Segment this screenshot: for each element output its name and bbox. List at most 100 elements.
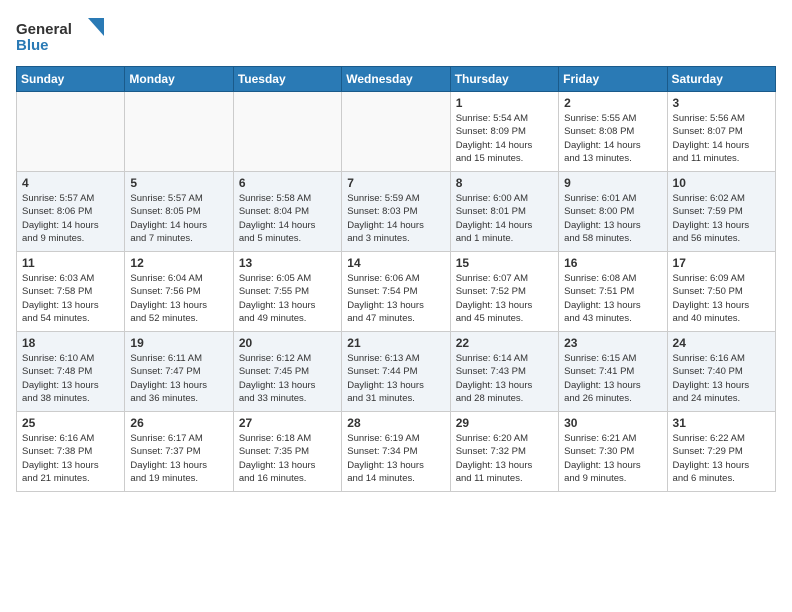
day-number: 19 bbox=[130, 336, 227, 350]
day-number: 25 bbox=[22, 416, 119, 430]
day-number: 15 bbox=[456, 256, 553, 270]
day-info: Sunrise: 5:56 AM Sunset: 8:07 PM Dayligh… bbox=[673, 112, 770, 165]
day-info: Sunrise: 6:05 AM Sunset: 7:55 PM Dayligh… bbox=[239, 272, 336, 325]
day-info: Sunrise: 5:58 AM Sunset: 8:04 PM Dayligh… bbox=[239, 192, 336, 245]
calendar-cell: 1Sunrise: 5:54 AM Sunset: 8:09 PM Daylig… bbox=[450, 92, 558, 172]
col-header-monday: Monday bbox=[125, 67, 233, 92]
day-info: Sunrise: 6:02 AM Sunset: 7:59 PM Dayligh… bbox=[673, 192, 770, 245]
day-number: 16 bbox=[564, 256, 661, 270]
day-info: Sunrise: 6:18 AM Sunset: 7:35 PM Dayligh… bbox=[239, 432, 336, 485]
day-number: 12 bbox=[130, 256, 227, 270]
day-info: Sunrise: 6:13 AM Sunset: 7:44 PM Dayligh… bbox=[347, 352, 444, 405]
day-info: Sunrise: 6:15 AM Sunset: 7:41 PM Dayligh… bbox=[564, 352, 661, 405]
day-number: 11 bbox=[22, 256, 119, 270]
calendar-cell: 16 Sunrise: 6:08 AM Sunset: 7:51 PM Dayli… bbox=[559, 252, 667, 332]
calendar-cell: 13 Sunrise: 6:05 AM Sunset: 7:55 PM Dayli… bbox=[233, 252, 341, 332]
day-info: Sunrise: 6:16 AM Sunset: 7:38 PM Dayligh… bbox=[22, 432, 119, 485]
day-info: Sunrise: 6:14 AM Sunset: 7:43 PM Dayligh… bbox=[456, 352, 553, 405]
col-header-tuesday: Tuesday bbox=[233, 67, 341, 92]
day-info: Sunrise: 6:17 AM Sunset: 7:37 PM Dayligh… bbox=[130, 432, 227, 485]
calendar-cell: 15Sunrise: 6:07 AM Sunset: 7:52 PM Dayli… bbox=[450, 252, 558, 332]
day-number: 27 bbox=[239, 416, 336, 430]
day-number: 3 bbox=[673, 96, 770, 110]
calendar-cell bbox=[125, 92, 233, 172]
day-info: Sunrise: 5:59 AM Sunset: 8:03 PM Dayligh… bbox=[347, 192, 444, 245]
col-header-wednesday: Wednesday bbox=[342, 67, 450, 92]
day-number: 7 bbox=[347, 176, 444, 190]
calendar-cell: 6 Sunrise: 5:58 AM Sunset: 8:04 PM Daylig… bbox=[233, 172, 341, 252]
calendar-week-1: 1Sunrise: 5:54 AM Sunset: 8:09 PM Daylig… bbox=[17, 92, 776, 172]
calendar-cell: 19 Sunrise: 6:11 AM Sunset: 7:47 PM Dayli… bbox=[125, 332, 233, 412]
calendar-cell: 26 Sunrise: 6:17 AM Sunset: 7:37 PM Dayli… bbox=[125, 412, 233, 492]
calendar-cell: 27 Sunrise: 6:18 AM Sunset: 7:35 PM Dayli… bbox=[233, 412, 341, 492]
logo: General Blue bbox=[16, 16, 106, 56]
calendar-cell: 4Sunrise: 5:57 AM Sunset: 8:06 PM Daylig… bbox=[17, 172, 125, 252]
svg-text:General: General bbox=[16, 21, 72, 38]
day-number: 1 bbox=[456, 96, 553, 110]
calendar-cell: 23 Sunrise: 6:15 AM Sunset: 7:41 PM Dayli… bbox=[559, 332, 667, 412]
day-info: Sunrise: 6:20 AM Sunset: 7:32 PM Dayligh… bbox=[456, 432, 553, 485]
day-number: 29 bbox=[456, 416, 553, 430]
day-info: Sunrise: 6:09 AM Sunset: 7:50 PM Dayligh… bbox=[673, 272, 770, 325]
day-number: 24 bbox=[673, 336, 770, 350]
day-info: Sunrise: 6:11 AM Sunset: 7:47 PM Dayligh… bbox=[130, 352, 227, 405]
page-header: General Blue bbox=[16, 16, 776, 56]
day-info: Sunrise: 6:16 AM Sunset: 7:40 PM Dayligh… bbox=[673, 352, 770, 405]
col-header-thursday: Thursday bbox=[450, 67, 558, 92]
day-number: 13 bbox=[239, 256, 336, 270]
day-info: Sunrise: 6:06 AM Sunset: 7:54 PM Dayligh… bbox=[347, 272, 444, 325]
calendar-cell: 25 Sunrise: 6:16 AM Sunset: 7:38 PM Dayli… bbox=[17, 412, 125, 492]
day-info: Sunrise: 6:12 AM Sunset: 7:45 PM Dayligh… bbox=[239, 352, 336, 405]
day-info: Sunrise: 6:19 AM Sunset: 7:34 PM Dayligh… bbox=[347, 432, 444, 485]
day-number: 4 bbox=[22, 176, 119, 190]
calendar-table: SundayMondayTuesdayWednesdayThursdayFrid… bbox=[16, 66, 776, 492]
day-info: Sunrise: 6:21 AM Sunset: 7:30 PM Dayligh… bbox=[564, 432, 661, 485]
day-number: 5 bbox=[130, 176, 227, 190]
day-number: 31 bbox=[673, 416, 770, 430]
day-info: Sunrise: 6:08 AM Sunset: 7:51 PM Dayligh… bbox=[564, 272, 661, 325]
calendar-cell: 20 Sunrise: 6:12 AM Sunset: 7:45 PM Dayli… bbox=[233, 332, 341, 412]
day-number: 17 bbox=[673, 256, 770, 270]
day-number: 23 bbox=[564, 336, 661, 350]
day-info: Sunrise: 6:03 AM Sunset: 7:58 PM Dayligh… bbox=[22, 272, 119, 325]
calendar-cell: 12Sunrise: 6:04 AM Sunset: 7:56 PM Dayli… bbox=[125, 252, 233, 332]
calendar-week-5: 25 Sunrise: 6:16 AM Sunset: 7:38 PM Dayli… bbox=[17, 412, 776, 492]
day-number: 22 bbox=[456, 336, 553, 350]
col-header-saturday: Saturday bbox=[667, 67, 775, 92]
calendar-cell: 8 Sunrise: 6:00 AM Sunset: 8:01 PM Daylig… bbox=[450, 172, 558, 252]
day-info: Sunrise: 5:55 AM Sunset: 8:08 PM Dayligh… bbox=[564, 112, 661, 165]
calendar-cell bbox=[342, 92, 450, 172]
calendar-cell: 22 Sunrise: 6:14 AM Sunset: 7:43 PM Dayli… bbox=[450, 332, 558, 412]
calendar-cell: 29 Sunrise: 6:20 AM Sunset: 7:32 PM Dayli… bbox=[450, 412, 558, 492]
calendar-cell: 3 Sunrise: 5:56 AM Sunset: 8:07 PM Daylig… bbox=[667, 92, 775, 172]
col-header-sunday: Sunday bbox=[17, 67, 125, 92]
day-number: 21 bbox=[347, 336, 444, 350]
day-info: Sunrise: 6:00 AM Sunset: 8:01 PM Dayligh… bbox=[456, 192, 553, 245]
day-number: 26 bbox=[130, 416, 227, 430]
calendar-cell bbox=[233, 92, 341, 172]
day-number: 20 bbox=[239, 336, 336, 350]
calendar-cell: 18 Sunrise: 6:10 AM Sunset: 7:48 PM Dayli… bbox=[17, 332, 125, 412]
calendar-cell: 7 Sunrise: 5:59 AM Sunset: 8:03 PM Daylig… bbox=[342, 172, 450, 252]
day-number: 6 bbox=[239, 176, 336, 190]
calendar-cell bbox=[17, 92, 125, 172]
day-number: 10 bbox=[673, 176, 770, 190]
calendar-week-2: 4Sunrise: 5:57 AM Sunset: 8:06 PM Daylig… bbox=[17, 172, 776, 252]
day-number: 28 bbox=[347, 416, 444, 430]
day-number: 14 bbox=[347, 256, 444, 270]
calendar-cell: 9 Sunrise: 6:01 AM Sunset: 8:00 PM Daylig… bbox=[559, 172, 667, 252]
day-info: Sunrise: 6:01 AM Sunset: 8:00 PM Dayligh… bbox=[564, 192, 661, 245]
day-number: 18 bbox=[22, 336, 119, 350]
col-header-friday: Friday bbox=[559, 67, 667, 92]
calendar-cell: 5Sunrise: 5:57 AM Sunset: 8:05 PM Daylig… bbox=[125, 172, 233, 252]
day-info: Sunrise: 6:10 AM Sunset: 7:48 PM Dayligh… bbox=[22, 352, 119, 405]
day-number: 9 bbox=[564, 176, 661, 190]
day-number: 8 bbox=[456, 176, 553, 190]
calendar-cell: 2 Sunrise: 5:55 AM Sunset: 8:08 PM Daylig… bbox=[559, 92, 667, 172]
calendar-week-3: 11 Sunrise: 6:03 AM Sunset: 7:58 PM Dayli… bbox=[17, 252, 776, 332]
calendar-cell: 14 Sunrise: 6:06 AM Sunset: 7:54 PM Dayli… bbox=[342, 252, 450, 332]
day-number: 2 bbox=[564, 96, 661, 110]
calendar-cell: 30Sunrise: 6:21 AM Sunset: 7:30 PM Dayli… bbox=[559, 412, 667, 492]
svg-text:Blue: Blue bbox=[16, 37, 49, 54]
logo-svg: General Blue bbox=[16, 16, 106, 56]
